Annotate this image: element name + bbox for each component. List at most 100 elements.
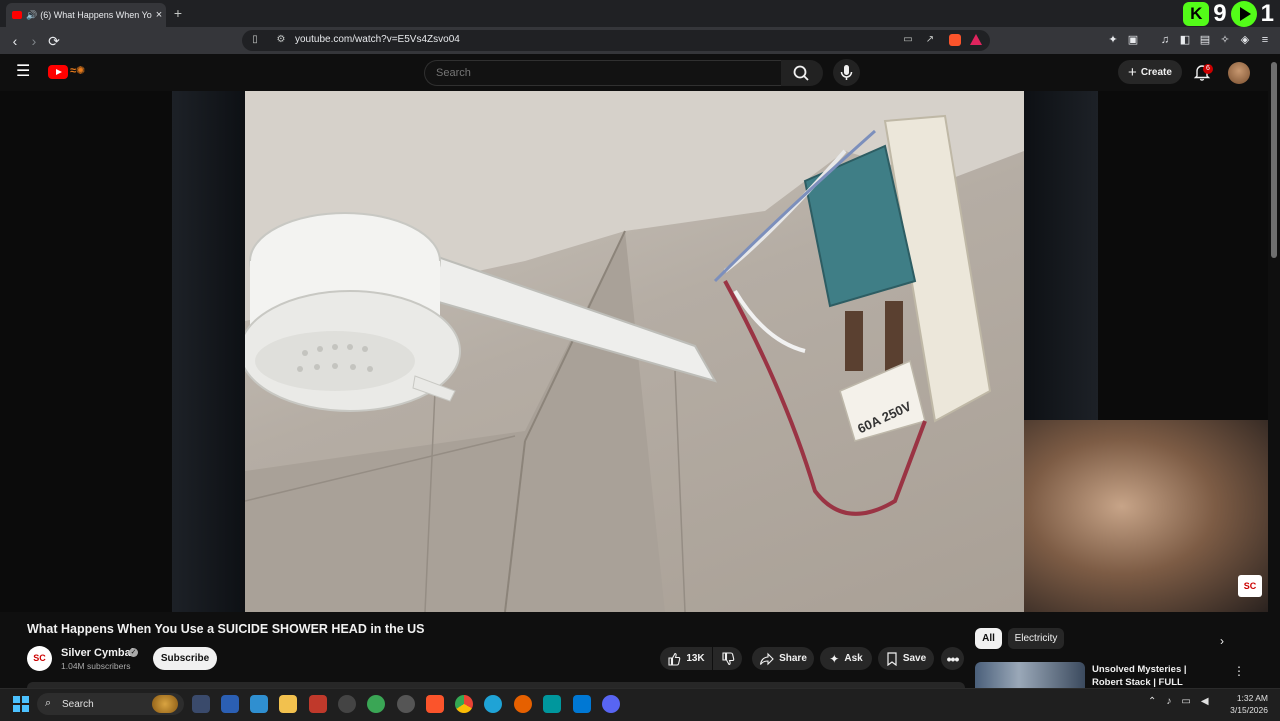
ask-button[interactable]: ✦ Ask: [820, 647, 872, 670]
kebab-menu-icon[interactable]: ⋮: [1233, 664, 1245, 678]
leo-ai-icon[interactable]: ✧: [1218, 33, 1232, 47]
maps-app-icon[interactable]: [367, 695, 385, 713]
forward-button[interactable]: ›: [25, 32, 43, 50]
vscode-icon[interactable]: [573, 695, 591, 713]
back-button[interactable]: ‹: [6, 32, 24, 50]
create-label: Create: [1140, 66, 1172, 78]
channel-name[interactable]: Silver Cymbal: [61, 647, 134, 659]
vpn-icon[interactable]: ◈: [1238, 33, 1252, 47]
tab-search-icon[interactable]: ▣: [1126, 33, 1140, 47]
tray-overflow-icon[interactable]: ⌃: [1148, 696, 1156, 707]
extension-counter: 9: [1213, 0, 1227, 27]
speaker-icon[interactable]: 🔊: [26, 10, 37, 21]
sparkle-icon: ✦: [829, 651, 840, 666]
chat-icon[interactable]: [221, 695, 239, 713]
taskbar-search-icon: ⌕: [45, 697, 52, 709]
chevron-right-icon[interactable]: ›: [1220, 634, 1224, 648]
play-icon[interactable]: [1230, 1, 1257, 27]
site-settings-icon[interactable]: ⚙: [274, 33, 288, 47]
kick-k-icon[interactable]: K: [1183, 2, 1210, 26]
youtube-logo[interactable]: [48, 65, 68, 79]
verified-badge-icon: ✓: [129, 648, 138, 657]
firefox-icon[interactable]: [514, 695, 532, 713]
subscriber-count: 1.04M subscribers: [61, 661, 131, 671]
arduino-icon[interactable]: [543, 695, 561, 713]
youtube-favicon-icon: [12, 11, 22, 19]
scrollbar-thumb[interactable]: [1271, 62, 1277, 258]
ask-label: Ask: [844, 653, 863, 664]
bookmark-icon[interactable]: ▯: [248, 33, 262, 47]
account-avatar[interactable]: [1228, 62, 1250, 84]
search-input[interactable]: [434, 66, 768, 80]
extension-counter-2: 1: [1260, 0, 1274, 27]
volume-icon[interactable]: ◀: [1201, 696, 1209, 707]
edge-icon[interactable]: [484, 695, 502, 713]
tab-close-button[interactable]: ×: [152, 9, 166, 21]
save-button[interactable]: Save: [878, 647, 934, 670]
extension-widgets: K 9 1: [1183, 0, 1274, 27]
media-icon[interactable]: ♫: [1158, 33, 1172, 47]
display-tray-icon[interactable]: ▭: [1181, 696, 1190, 707]
news-app-icon[interactable]: [309, 695, 327, 713]
settings-app-icon[interactable]: [397, 695, 415, 713]
plus-icon: +: [1128, 63, 1137, 81]
more-actions-button[interactable]: •••: [941, 647, 964, 670]
file-explorer-icon[interactable]: [279, 695, 297, 713]
url-text[interactable]: youtube.com/watch?v=E5Vs4Zsvo04: [295, 34, 460, 45]
remote-desktop-icon[interactable]: [250, 695, 268, 713]
tab-title: (6) What Happens When You: [40, 10, 152, 20]
guide-menu-icon[interactable]: ☰: [16, 64, 32, 80]
dislike-button[interactable]: [713, 647, 742, 670]
chip-all[interactable]: All: [975, 628, 1002, 649]
thumbs-up-icon: [668, 652, 681, 666]
like-count: 13K: [686, 653, 705, 664]
new-tab-button[interactable]: +: [170, 4, 186, 22]
microphone-icon: [840, 65, 853, 80]
browser-tab-active[interactable]: 🔊 (6) What Happens When You ×: [6, 3, 166, 27]
reload-button[interactable]: ⟳: [45, 32, 63, 50]
share-button[interactable]: Share: [752, 647, 814, 670]
share-label: Share: [779, 653, 807, 664]
save-label: Save: [902, 653, 927, 664]
sidebar-icon[interactable]: ◧: [1178, 33, 1192, 47]
clock-time[interactable]: 1:32 AM: [1232, 693, 1268, 703]
windows-start-icon[interactable]: [13, 696, 29, 712]
channel-avatar[interactable]: SC: [27, 646, 52, 671]
wallet-icon[interactable]: ▤: [1198, 33, 1212, 47]
taskview-icon[interactable]: [192, 695, 210, 713]
cast-icon[interactable]: ▭: [901, 33, 915, 47]
recommendation-thumbnail[interactable]: [975, 662, 1085, 688]
chip-electricity[interactable]: Electricity: [1008, 628, 1064, 649]
notification-count-badge: 6: [1203, 64, 1213, 74]
shower-head-scene: 60A 250V: [245, 91, 1024, 612]
more-horizontal-icon: •••: [946, 650, 960, 667]
video-title: What Happens When You Use a SUICIDE SHOW…: [27, 622, 425, 636]
video-frame[interactable]: 60A 250V: [245, 91, 1024, 612]
thumbs-down-icon: [721, 651, 734, 665]
search-highlight-icon[interactable]: [152, 695, 178, 713]
subscribe-button[interactable]: Subscribe: [153, 647, 217, 670]
clock-date[interactable]: 3/15/2026: [1222, 705, 1268, 715]
brave-shield-icon[interactable]: [949, 34, 961, 46]
extensions-icon[interactable]: ✦: [1106, 33, 1120, 47]
create-button[interactable]: + Create: [1118, 60, 1182, 84]
player-backdrop-left: [172, 91, 245, 612]
browser-menu-icon[interactable]: ≡: [1258, 33, 1272, 47]
youtube-doodle-icon[interactable]: ≈✺: [70, 64, 106, 80]
clock-app-icon[interactable]: [338, 695, 356, 713]
share-arrow-icon: [760, 652, 774, 665]
search-button[interactable]: [781, 60, 823, 86]
discord-icon[interactable]: [602, 695, 620, 713]
bookmark-save-icon: [887, 651, 897, 666]
microphone-tray-icon[interactable]: ♪: [1166, 696, 1171, 707]
brave-browser-icon[interactable]: [426, 695, 444, 713]
brave-rewards-icon[interactable]: [970, 34, 982, 45]
system-tray: ⌃ ♪ ▭ ◀: [1148, 696, 1209, 707]
like-button[interactable]: 13K: [660, 647, 712, 670]
voice-search-button[interactable]: [833, 59, 860, 86]
chrome-icon[interactable]: [455, 695, 473, 713]
share-page-icon[interactable]: ↗: [923, 33, 937, 47]
channel-watermark-icon: SC: [1238, 575, 1262, 597]
taskbar-search-label: Search: [62, 699, 94, 710]
search-icon: [793, 65, 809, 81]
